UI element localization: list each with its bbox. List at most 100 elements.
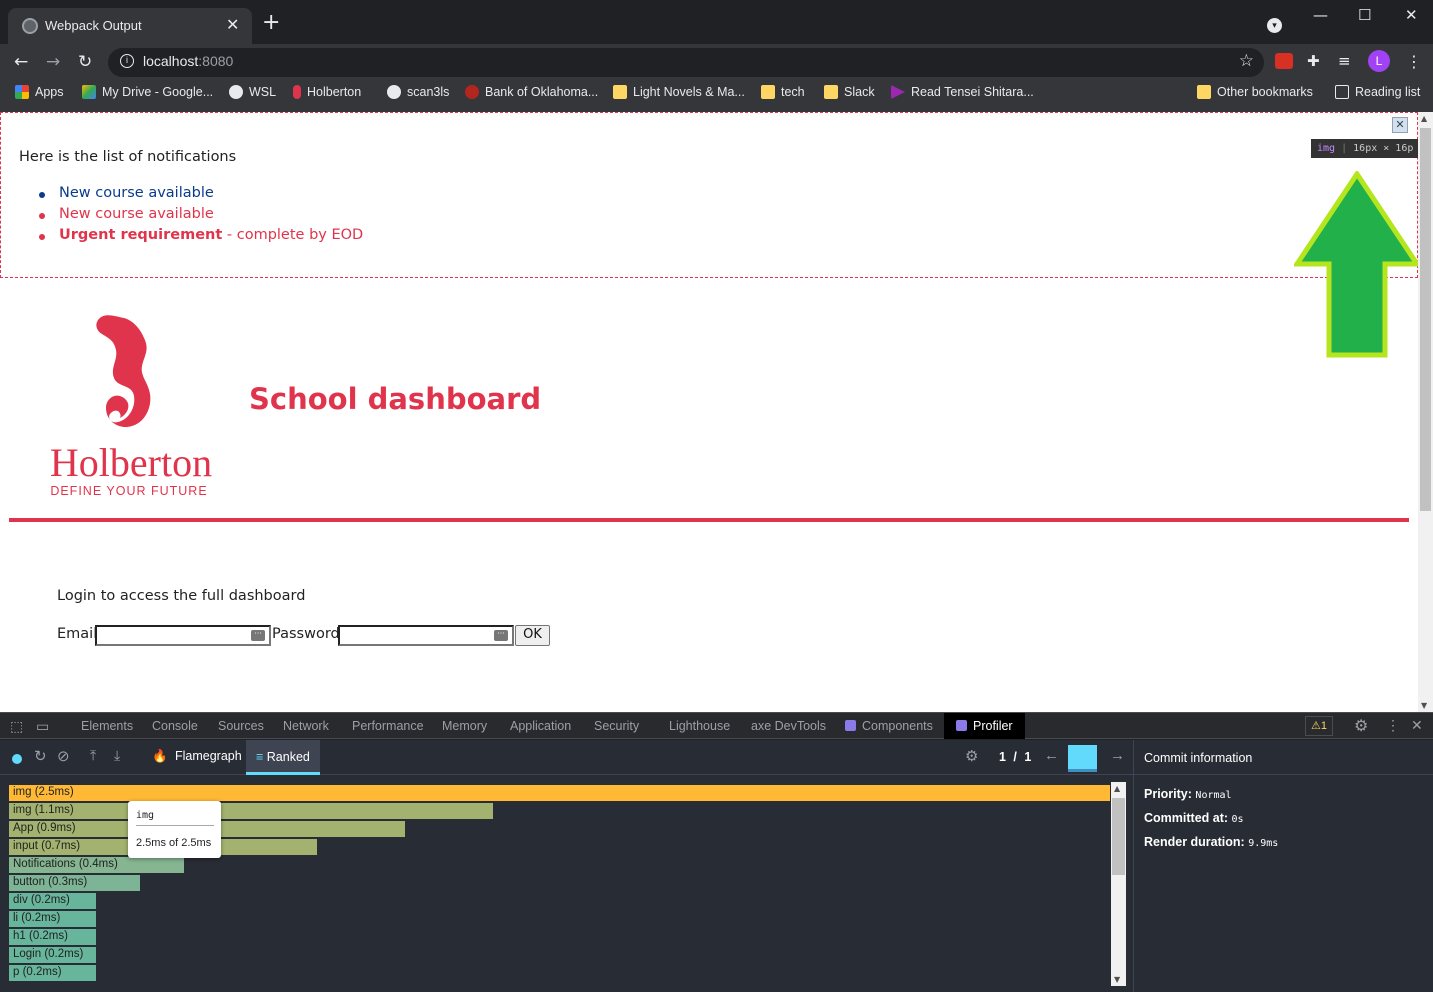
bookmark-other[interactable]: Other bookmarks bbox=[1197, 85, 1313, 99]
inspect-tooltip: img | 16px × 16p bbox=[1311, 139, 1420, 158]
bookmark-light-novels[interactable]: Light Novels & Ma... bbox=[613, 85, 745, 99]
tab-axe-devtools[interactable]: axe DevTools bbox=[751, 719, 826, 733]
bookmark-tensei[interactable]: Read Tensei Shitara... bbox=[891, 85, 1034, 99]
reload-profile-icon[interactable]: ↻ bbox=[34, 747, 47, 765]
password-field[interactable]: ··· bbox=[338, 625, 514, 646]
back-icon[interactable]: ← bbox=[14, 52, 28, 72]
react-icon bbox=[956, 720, 967, 731]
holberton-logo: Holberton DEFINE YOUR FUTURE bbox=[50, 315, 212, 498]
tab-search-icon[interactable]: ▾ bbox=[1267, 18, 1282, 33]
tab-close-icon[interactable]: ✕ bbox=[226, 15, 239, 34]
devtools-menu-icon[interactable]: ⋮ bbox=[1386, 717, 1400, 734]
notifications-panel: ✕ img | 16px × 16p Here is the list of n… bbox=[0, 112, 1420, 358]
ranked-bar[interactable]: li (0.2ms) bbox=[9, 911, 97, 927]
tab-console[interactable]: Console bbox=[152, 719, 198, 733]
tab-application[interactable]: Application bbox=[510, 719, 571, 733]
password-manager-icon[interactable]: ··· bbox=[494, 630, 508, 641]
bookmark-slack[interactable]: Slack bbox=[824, 85, 875, 99]
scroll-thumb[interactable] bbox=[1420, 128, 1431, 511]
tab-title: Webpack Output bbox=[45, 18, 142, 33]
commit-bar[interactable] bbox=[1068, 745, 1097, 772]
ranked-bar[interactable]: p (0.2ms) bbox=[9, 965, 97, 981]
ranked-bar[interactable]: Notifications (0.4ms) bbox=[9, 857, 185, 873]
forward-icon[interactable]: → bbox=[46, 52, 60, 72]
folder-icon bbox=[613, 85, 627, 99]
tab-memory[interactable]: Memory bbox=[442, 719, 487, 733]
device-toolbar-icon[interactable]: ▭ bbox=[36, 718, 49, 735]
bookmark-tech[interactable]: tech bbox=[761, 85, 805, 99]
bookmark-wsl[interactable]: WSL bbox=[229, 85, 276, 99]
notification-item[interactable]: Urgent requirement - complete by EOD bbox=[38, 227, 363, 248]
browser-tab[interactable]: Webpack Output ✕ bbox=[8, 8, 252, 44]
committed-at-row: Committed at: 0s bbox=[1144, 811, 1244, 825]
inspect-element-icon[interactable]: ⬚ bbox=[10, 718, 23, 735]
notification-item[interactable]: New course available bbox=[38, 206, 363, 227]
save-profile-icon[interactable]: ⤓ bbox=[114, 747, 120, 764]
password-manager-icon[interactable]: ··· bbox=[251, 630, 265, 641]
bookmark-my-drive[interactable]: My Drive - Google... bbox=[82, 85, 213, 99]
tab-elements[interactable]: Elements bbox=[81, 719, 133, 733]
svg-text:Holberton: Holberton bbox=[50, 440, 212, 485]
ranked-bar[interactable]: Login (0.2ms) bbox=[9, 947, 97, 963]
chart-scroll-thumb[interactable] bbox=[1112, 798, 1125, 875]
ranked-bar[interactable]: h1 (0.2ms) bbox=[9, 929, 97, 945]
profiler-settings-icon[interactable]: ⚙ bbox=[965, 747, 978, 765]
tab-components[interactable]: Components bbox=[845, 719, 933, 733]
tab-performance[interactable]: Performance bbox=[352, 719, 424, 733]
tab-security[interactable]: Security bbox=[594, 719, 639, 733]
bookmark-star-icon[interactable]: ☆ bbox=[1239, 51, 1254, 71]
bookmark-reading-list[interactable]: Reading list bbox=[1335, 85, 1420, 99]
web-page: ✕ img | 16px × 16p Here is the list of n… bbox=[0, 112, 1420, 712]
reload-icon[interactable]: ↻ bbox=[78, 52, 92, 72]
site-icon bbox=[891, 85, 905, 99]
ranked-bar[interactable]: img (1.1ms) bbox=[9, 803, 494, 819]
bookmark-bank[interactable]: Bank of Oklahoma... bbox=[465, 85, 598, 99]
close-devtools-icon[interactable]: ✕ bbox=[1411, 717, 1423, 734]
record-icon[interactable] bbox=[12, 754, 22, 764]
settings-gear-icon[interactable]: ⚙ bbox=[1354, 716, 1368, 736]
tab-profiler[interactable]: Profiler bbox=[944, 713, 1025, 739]
load-profile-icon[interactable]: ⤒ bbox=[90, 747, 96, 764]
ranked-bar[interactable]: img (2.5ms) bbox=[9, 785, 1111, 801]
ranked-button[interactable]: ≡ Ranked bbox=[246, 740, 320, 775]
ranked-bar[interactable]: button (0.3ms) bbox=[9, 875, 141, 891]
browser-toolbar: ← → ↻ i localhost:8080 ☆ ✚ ≡ ⋮ bbox=[0, 44, 1433, 80]
bookmark-apps[interactable]: Apps bbox=[15, 85, 64, 99]
notifications-title: Here is the list of notifications bbox=[19, 149, 237, 165]
extension-icon[interactable] bbox=[1275, 53, 1293, 69]
menu-kebab-icon[interactable]: ⋮ bbox=[1406, 52, 1426, 72]
folder-icon bbox=[1197, 85, 1211, 99]
email-label: Email bbox=[57, 626, 98, 642]
ranked-bar[interactable]: div (0.2ms) bbox=[9, 893, 97, 909]
info-icon[interactable]: i bbox=[120, 54, 134, 68]
avatar[interactable]: L bbox=[1368, 50, 1390, 72]
tab-network[interactable]: Network bbox=[283, 719, 329, 733]
bookmark-scan3ls[interactable]: scan3ls bbox=[387, 85, 449, 99]
new-tab-button[interactable]: + bbox=[262, 12, 280, 34]
previous-commit-icon[interactable]: ← bbox=[1044, 747, 1059, 764]
warnings-badge[interactable]: ⚠1 bbox=[1305, 716, 1333, 736]
bookmark-holberton[interactable]: Holberton bbox=[293, 85, 361, 99]
media-control-icon[interactable]: ≡ bbox=[1338, 52, 1358, 72]
page-scrollbar[interactable]: ▲ ▼ bbox=[1418, 112, 1433, 712]
ok-button[interactable]: OK bbox=[515, 625, 550, 646]
tab-sources[interactable]: Sources bbox=[218, 719, 264, 733]
close-icon[interactable]: ✕ bbox=[1392, 117, 1408, 133]
email-field[interactable]: ··· bbox=[95, 625, 271, 646]
close-window-button[interactable]: ✕ bbox=[1405, 6, 1418, 24]
puzzle-extensions-icon[interactable]: ✚ bbox=[1307, 52, 1327, 72]
tab-lighthouse[interactable]: Lighthouse bbox=[669, 719, 730, 733]
github-icon bbox=[387, 85, 401, 99]
react-profiler: ↻ ⊘ ⤒ ⤓ 🔥 Flamegraph ≡ Ranked ⚙ 1 / 1 ← … bbox=[0, 740, 1433, 992]
flamegraph-button[interactable]: Flamegraph bbox=[175, 749, 242, 763]
minimize-button[interactable]: — bbox=[1313, 6, 1328, 24]
wsl-icon bbox=[229, 85, 243, 99]
clear-icon[interactable]: ⊘ bbox=[57, 747, 70, 765]
password-label: Password bbox=[272, 626, 340, 642]
notification-item[interactable]: New course available bbox=[38, 185, 363, 206]
browser-chrome: Webpack Output ✕ + ▾ — ☐ ✕ ← → ↻ i local… bbox=[0, 0, 1433, 112]
maximize-button[interactable]: ☐ bbox=[1358, 6, 1371, 24]
next-commit-icon[interactable]: → bbox=[1110, 747, 1125, 764]
address-bar[interactable]: i localhost:8080 ☆ bbox=[108, 48, 1264, 77]
chart-scrollbar[interactable]: ▲ ▼ bbox=[1111, 782, 1126, 986]
